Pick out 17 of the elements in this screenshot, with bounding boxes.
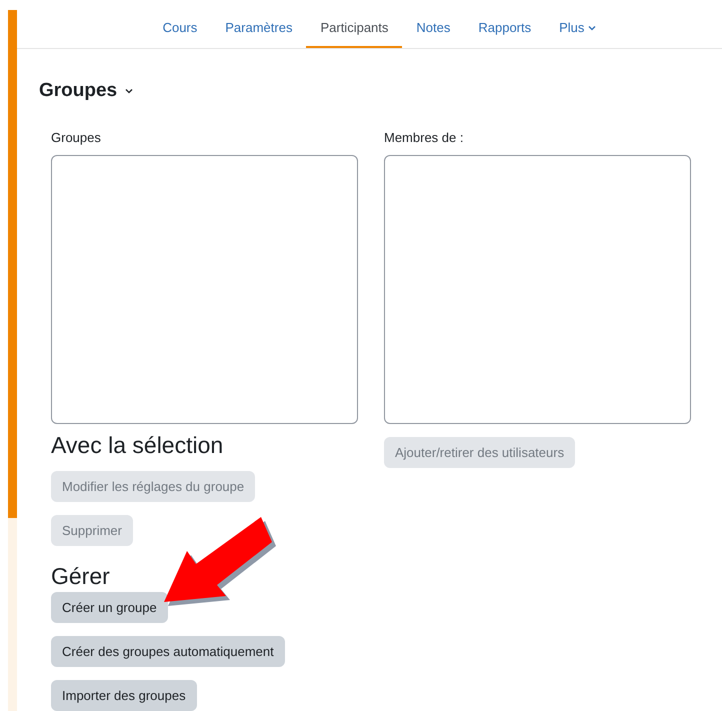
chevron-down-icon: [125, 88, 134, 94]
nav-tab[interactable]: Participants: [306, 10, 402, 48]
nav-tab[interactable]: Paramètres: [211, 10, 306, 48]
groups-list-box[interactable]: [51, 155, 358, 424]
nav-tab[interactable]: Cours: [148, 10, 212, 48]
nav-tab[interactable]: Notes: [402, 10, 464, 48]
nav-tab[interactable]: Plus: [545, 10, 610, 48]
section-heading: Gérer: [51, 562, 111, 590]
action-button[interactable]: Créer un groupe: [51, 592, 168, 623]
page-title: Groupes: [39, 79, 118, 103]
field-label: Membres de :: [384, 128, 464, 146]
section-heading: Avec la sélection: [51, 431, 224, 459]
nav-tab[interactable]: Rapports: [464, 10, 546, 48]
field-label: Groupes: [51, 128, 102, 147]
action-button[interactable]: Créer des groupes automatiquement: [51, 636, 285, 667]
action-button[interactable]: Importer des groupes: [51, 680, 197, 711]
members-list-box[interactable]: [384, 155, 691, 424]
